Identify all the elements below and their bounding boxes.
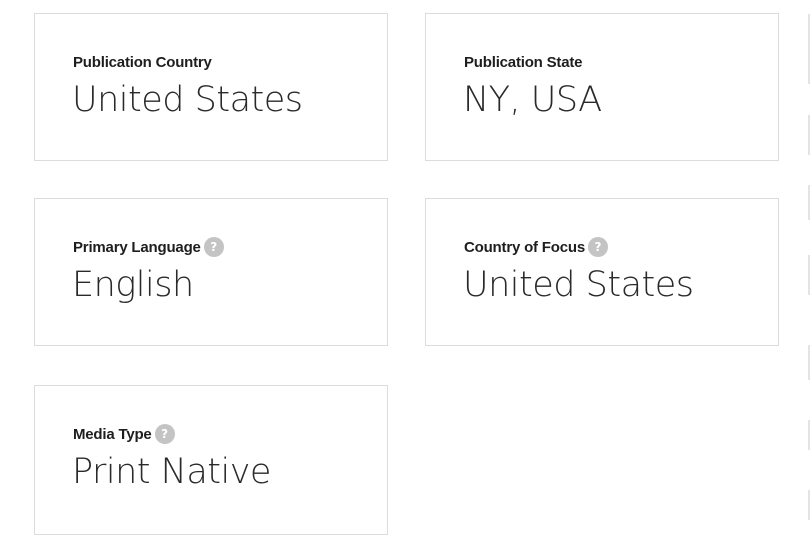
media-type-card: Media Type ? Print Native [34,385,388,535]
question-mark-icon[interactable]: ? [587,237,608,257]
publication-state-value: NY, USA [463,80,602,120]
publication-state-card: Publication State NY, USA [425,13,779,161]
publication-country-value: United States [72,80,303,120]
media-type-value: Print Native [72,452,271,492]
card-label-row: Country of Focus ? [464,237,608,257]
card-label-row: Primary Language ? [73,237,224,257]
country-of-focus-card: Country of Focus ? United States [425,198,779,346]
publication-country-label: Publication Country [73,53,212,71]
card-label-row: Publication State [464,52,582,72]
card-label-row: Publication Country [73,52,212,72]
country-of-focus-label: Country of Focus [464,238,585,256]
card-label-row: Media Type ? [73,424,175,444]
question-mark-icon[interactable]: ? [154,424,175,444]
country-of-focus-value: United States [463,265,694,305]
publication-state-label: Publication State [464,53,583,71]
publication-country-card: Publication Country United States [34,13,388,161]
question-mark-icon[interactable]: ? [203,237,224,257]
primary-language-card: Primary Language ? English [34,198,388,346]
media-type-label: Media Type [73,425,152,443]
primary-language-value: English [72,265,194,305]
primary-language-label: Primary Language [73,238,201,256]
